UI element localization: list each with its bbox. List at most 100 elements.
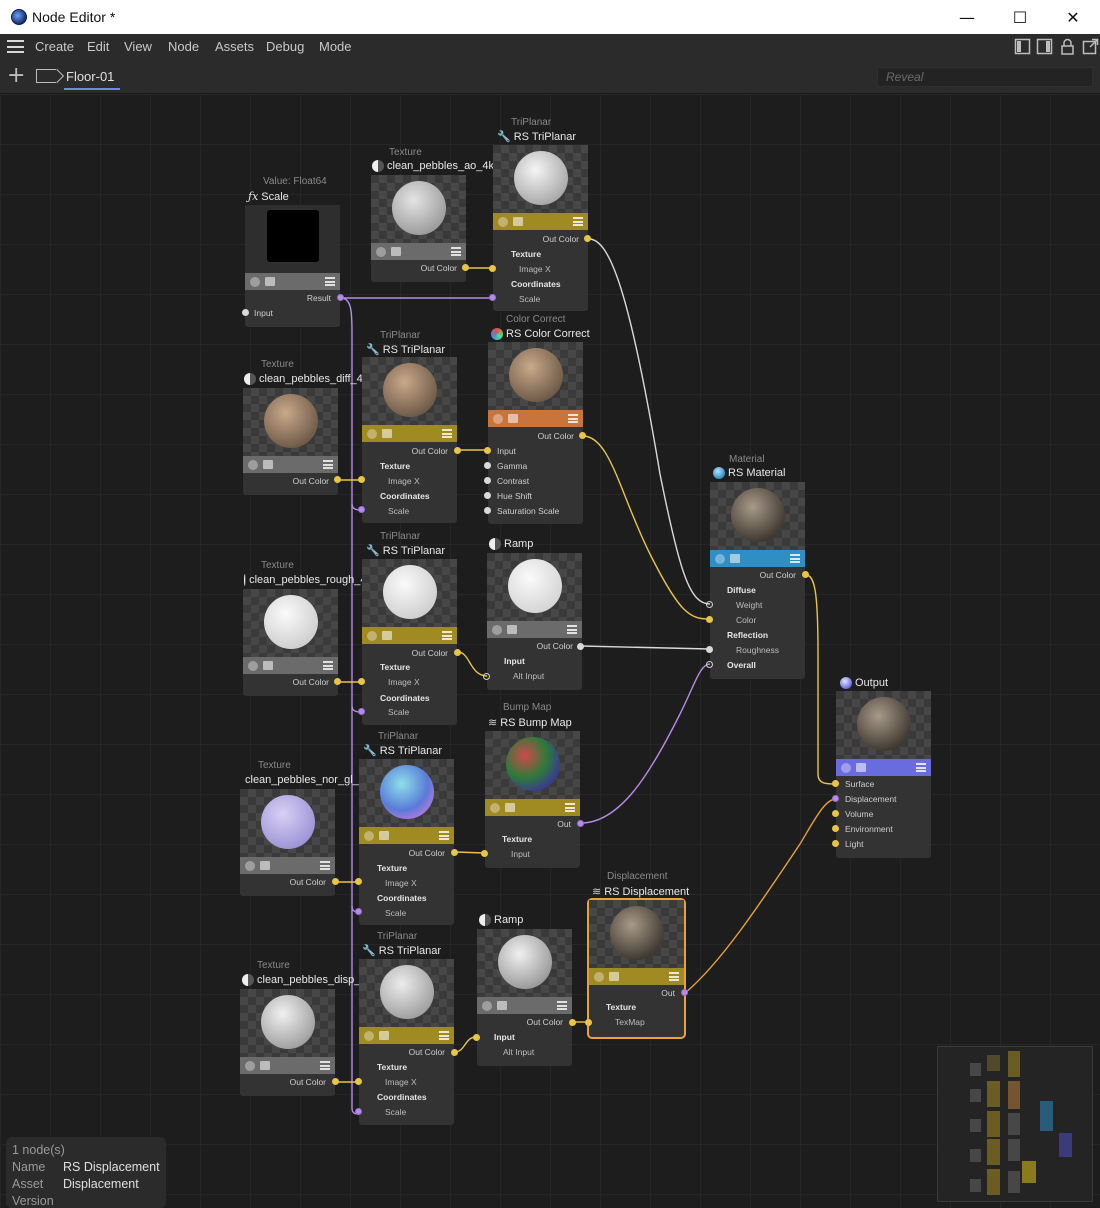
reveal-search-input[interactable]: Reveal (877, 67, 1093, 87)
port-dot[interactable] (577, 820, 584, 827)
port-dot[interactable] (681, 989, 688, 996)
port-dot[interactable] (579, 432, 586, 439)
node-menu-icon[interactable] (325, 277, 335, 286)
port-dot[interactable] (332, 1078, 339, 1085)
node-triplanar-nor[interactable]: Out Color Texture Image X Coordinates Sc… (359, 759, 454, 925)
node-output[interactable]: Surface Displacement Volume Environment … (836, 691, 931, 858)
port-dot[interactable] (489, 265, 496, 272)
node-menu-icon[interactable] (439, 1031, 449, 1040)
port-dot[interactable] (832, 840, 839, 847)
node-menu-icon[interactable] (567, 625, 577, 634)
hamburger-menu-icon[interactable] (7, 40, 24, 53)
menu-view[interactable]: View (124, 39, 152, 54)
menu-debug[interactable]: Debug (266, 39, 304, 54)
close-button[interactable]: ✕ (1050, 0, 1096, 34)
node-menu-icon[interactable] (565, 803, 575, 812)
port-dot[interactable] (358, 506, 365, 513)
node-menu-icon[interactable] (323, 661, 333, 670)
node-menu-icon[interactable] (669, 972, 679, 981)
node-ramp-2[interactable]: Out Color Input Alt Input (477, 929, 572, 1066)
port-dot[interactable] (706, 616, 713, 623)
menu-mode[interactable]: Mode (319, 39, 352, 54)
tab-floor-01[interactable]: Floor-01 (66, 69, 114, 84)
port-dot[interactable] (454, 649, 461, 656)
port-dot[interactable] (577, 643, 584, 650)
lock-icon[interactable] (1059, 38, 1076, 55)
node-ramp-1[interactable]: Out Color Input Alt Input (487, 553, 582, 690)
node-menu-icon[interactable] (568, 414, 578, 423)
node-menu-icon[interactable] (916, 763, 926, 772)
port-dot[interactable] (334, 476, 341, 483)
right-panel-icon[interactable] (1036, 38, 1053, 55)
node-texture-nor[interactable]: Out Color (240, 789, 335, 896)
node-menu-icon[interactable] (323, 460, 333, 469)
menu-assets[interactable]: Assets (215, 39, 254, 54)
port-dot[interactable] (584, 235, 591, 242)
node-menu-icon[interactable] (573, 217, 583, 226)
node-menu-icon[interactable] (442, 631, 452, 640)
port-dot[interactable] (802, 571, 809, 578)
port-dot[interactable] (706, 646, 713, 653)
port-dot[interactable] (832, 810, 839, 817)
node-menu-icon[interactable] (320, 1061, 330, 1070)
node-triplanar-diff[interactable]: Out Color Texture Image X Coordinates Sc… (362, 357, 457, 523)
port-dot[interactable] (358, 708, 365, 715)
node-bump-map[interactable]: Out Texture Input (485, 731, 580, 868)
port-dot[interactable] (484, 492, 491, 499)
port-dot[interactable] (489, 294, 496, 301)
port-dot[interactable] (355, 1078, 362, 1085)
port-dot[interactable] (332, 878, 339, 885)
maximize-button[interactable]: ☐ (997, 0, 1043, 34)
node-texture-ao[interactable]: Out Color (371, 175, 466, 282)
add-tab-icon[interactable]: + (7, 65, 25, 87)
left-panel-icon[interactable] (1014, 38, 1031, 55)
node-menu-icon[interactable] (451, 247, 461, 256)
node-triplanar-ao[interactable]: Out Color Texture Image X Coordinates Sc… (493, 145, 588, 311)
port-dot[interactable] (706, 601, 713, 608)
port-dot[interactable] (358, 678, 365, 685)
node-menu-icon[interactable] (557, 1001, 567, 1010)
menu-edit[interactable]: Edit (87, 39, 109, 54)
port-dot[interactable] (473, 1034, 480, 1041)
node-rs-material[interactable]: Out Color Diffuse Weight Color Reflectio… (710, 482, 805, 679)
node-menu-icon[interactable] (442, 429, 452, 438)
node-texture-disp[interactable]: Out Color (240, 989, 335, 1096)
node-menu-icon[interactable] (790, 554, 800, 563)
port-dot[interactable] (451, 1049, 458, 1056)
menu-create[interactable]: Create (35, 39, 74, 54)
port-dot[interactable] (451, 849, 458, 856)
port-dot[interactable] (358, 476, 365, 483)
minimap[interactable] (937, 1046, 1093, 1202)
node-menu-icon[interactable] (439, 831, 449, 840)
port-dot[interactable] (832, 780, 839, 787)
node-displacement[interactable]: Out Texture TexMap (587, 898, 686, 1039)
node-texture-diff[interactable]: Out Color (243, 388, 338, 495)
port-dot[interactable] (484, 477, 491, 484)
tag-icon[interactable] (36, 69, 56, 83)
port-dot[interactable] (569, 1019, 576, 1026)
port-dot[interactable] (462, 264, 469, 271)
port-dot[interactable] (832, 825, 839, 832)
node-color-correct[interactable]: Out Color Input Gamma Contrast Hue Shift… (488, 342, 583, 524)
node-texture-rough[interactable]: Out Color (243, 589, 338, 696)
port-dot[interactable] (337, 294, 344, 301)
port-dot[interactable] (334, 678, 341, 685)
port-dot[interactable] (355, 908, 362, 915)
node-triplanar-disp[interactable]: Out Color Texture Image X Coordinates Sc… (359, 959, 454, 1125)
port-dot[interactable] (242, 309, 249, 316)
port-dot[interactable] (484, 462, 491, 469)
node-value-scale[interactable]: Result Input (242, 205, 340, 327)
port-dot[interactable] (355, 1108, 362, 1115)
port-dot[interactable] (355, 878, 362, 885)
port-dot[interactable] (481, 850, 488, 857)
node-menu-icon[interactable] (320, 861, 330, 870)
node-triplanar-rough[interactable]: Out Color Texture Image X Coordinates Sc… (362, 559, 457, 725)
open-external-icon[interactable] (1082, 38, 1099, 55)
port-dot[interactable] (832, 795, 839, 802)
minimize-button[interactable]: — (944, 0, 990, 34)
port-dot[interactable] (454, 447, 461, 454)
port-dot[interactable] (706, 661, 713, 668)
port-dot[interactable] (585, 1019, 592, 1026)
menu-node[interactable]: Node (168, 39, 199, 54)
port-dot[interactable] (483, 673, 490, 680)
